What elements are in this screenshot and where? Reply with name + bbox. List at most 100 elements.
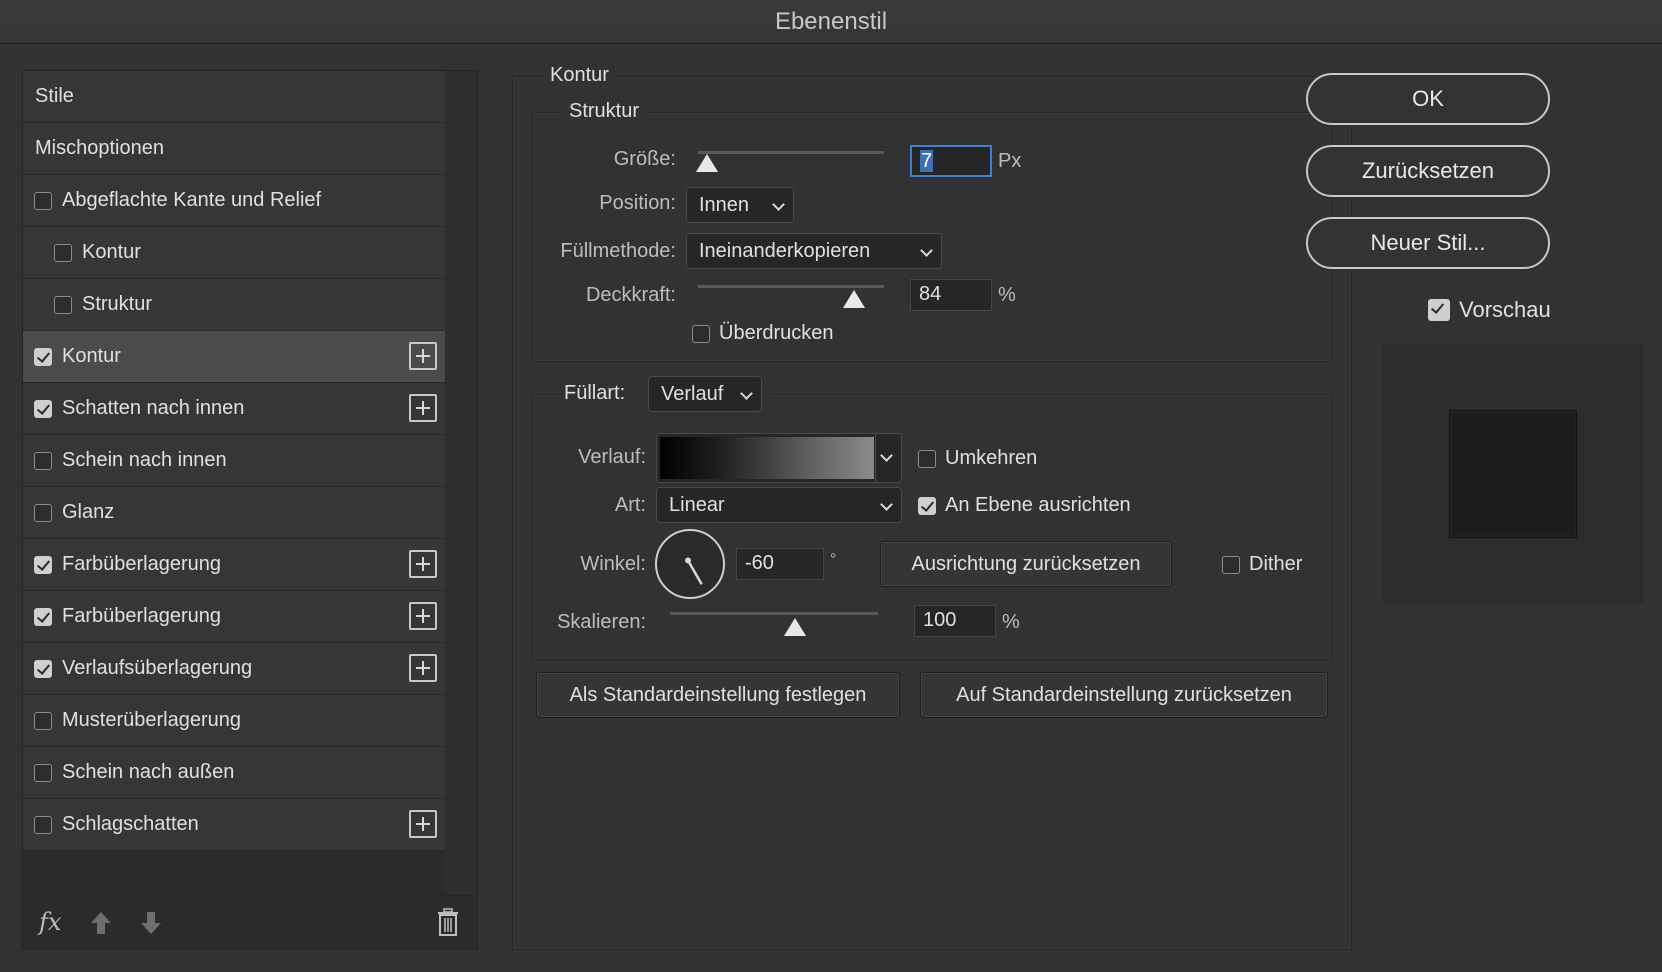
style-item-label: Struktur	[82, 293, 153, 315]
overprint-checkbox[interactable]	[692, 324, 710, 343]
style-item[interactable]: Mischoptionen	[23, 123, 445, 175]
reset-default-button[interactable]: Auf Standardeinstellung zurücksetzen	[920, 672, 1328, 718]
preview-checkbox[interactable]	[1428, 299, 1450, 321]
ok-button[interactable]: OK	[1306, 73, 1550, 125]
new-style-button[interactable]: Neuer Stil...	[1306, 217, 1550, 269]
scale-input[interactable]: 100	[914, 605, 996, 637]
opacity-label: Deckkraft:	[585, 284, 676, 306]
styles-scrollbar[interactable]	[445, 71, 477, 897]
chevron-down-icon	[740, 387, 753, 400]
align-checkbox-row[interactable]: An Ebene ausrichten	[918, 494, 1131, 517]
style-item-label: Abgeflachte Kante und Relief	[62, 189, 322, 211]
opacity-slider-track[interactable]	[698, 285, 884, 288]
align-with-layer-checkbox[interactable]	[918, 496, 936, 515]
chevron-down-icon	[880, 498, 893, 511]
size-input[interactable]: 7	[910, 145, 992, 177]
angle-dial-icon[interactable]	[654, 528, 726, 600]
style-item[interactable]: Farbüberlagerung	[23, 539, 445, 591]
chevron-down-icon[interactable]	[880, 449, 893, 462]
style-item[interactable]: Abgeflachte Kante und Relief	[23, 175, 445, 227]
plus-icon[interactable]	[409, 394, 437, 422]
reset-alignment-button[interactable]: Ausrichtung zurücksetzen	[880, 541, 1172, 587]
dither-checkbox[interactable]	[1222, 555, 1240, 574]
style-item-label: Farbüberlagerung	[62, 605, 221, 627]
dither-label: Dither	[1249, 553, 1303, 575]
plus-icon[interactable]	[409, 602, 437, 630]
fill-type-value: Verlauf	[661, 383, 724, 405]
style-item-label: Mischoptionen	[35, 137, 164, 159]
style-item-checkbox[interactable]	[34, 763, 52, 782]
size-slider-thumb[interactable]	[696, 154, 719, 172]
window-title: Ebenenstil	[0, 0, 1662, 44]
reverse-checkbox[interactable]	[918, 449, 936, 468]
style-item[interactable]: Schein nach innen	[23, 435, 445, 487]
style-item[interactable]: Schlagschatten	[23, 799, 445, 851]
position-value: Innen	[699, 194, 750, 216]
blend-mode-value: Ineinanderkopieren	[699, 240, 871, 262]
style-item[interactable]: Stile	[23, 71, 445, 123]
plus-icon[interactable]	[409, 550, 437, 578]
gradient-style-value: Linear	[669, 494, 725, 516]
angle-unit: °	[830, 551, 837, 568]
angle-label: Winkel:	[580, 553, 646, 575]
size-unit: Px	[998, 150, 1022, 172]
blend-mode-label: Füllmethode:	[560, 240, 676, 262]
gradient-preview[interactable]	[660, 437, 874, 479]
preview-checkbox-row[interactable]: Vorschau	[1428, 297, 1551, 323]
style-item-checkbox[interactable]	[54, 243, 72, 262]
position-select[interactable]: Innen	[686, 187, 794, 223]
fx-icon[interactable]: fx	[39, 908, 61, 936]
set-default-button[interactable]: Als Standardeinstellung festlegen	[536, 672, 900, 718]
scale-label: Skalieren:	[557, 611, 646, 633]
preview-label: Vorschau	[1459, 297, 1551, 322]
opacity-input[interactable]: 84	[910, 279, 992, 311]
style-item[interactable]: Glanz	[23, 487, 445, 539]
struktur-title: Struktur	[561, 100, 648, 123]
overprint-checkbox-row[interactable]: Überdrucken	[692, 322, 834, 345]
style-item-checkbox[interactable]	[34, 503, 52, 522]
blend-mode-select[interactable]: Ineinanderkopieren	[686, 233, 942, 269]
preview-area	[1383, 344, 1643, 604]
style-item[interactable]: Kontur	[23, 227, 445, 279]
reverse-checkbox-row[interactable]: Umkehren	[918, 447, 1037, 470]
angle-input[interactable]: -60	[736, 548, 824, 580]
style-item-label: Schein nach innen	[62, 449, 227, 471]
style-item[interactable]: Musterüberlagerung	[23, 695, 445, 747]
style-item[interactable]: Kontur	[23, 331, 445, 383]
gradient-picker[interactable]	[656, 433, 902, 483]
align-with-layer-label: An Ebene ausrichten	[945, 494, 1131, 516]
plus-icon[interactable]	[409, 342, 437, 370]
scale-slider-thumb[interactable]	[783, 618, 806, 636]
style-item[interactable]: Schein nach außen	[23, 747, 445, 799]
style-item-checkbox[interactable]	[34, 711, 52, 730]
scale-slider-track[interactable]	[670, 612, 878, 615]
reset-button[interactable]: Zurücksetzen	[1306, 145, 1550, 197]
gradient-style-select[interactable]: Linear	[656, 487, 902, 523]
arrow-up-icon[interactable]	[89, 910, 113, 936]
style-item-checkbox[interactable]	[34, 555, 52, 574]
size-slider-track[interactable]	[698, 151, 884, 154]
plus-icon[interactable]	[409, 810, 437, 838]
style-item-checkbox[interactable]	[34, 399, 52, 418]
fill-type-select[interactable]: Verlauf	[648, 376, 762, 412]
gradient-label: Verlauf:	[578, 446, 646, 468]
arrow-down-icon[interactable]	[139, 910, 163, 936]
dither-checkbox-row[interactable]: Dither	[1222, 553, 1302, 576]
style-item-checkbox[interactable]	[34, 659, 52, 678]
style-item-checkbox[interactable]	[34, 191, 52, 210]
style-item-checkbox[interactable]	[34, 815, 52, 834]
preview-swatch	[1449, 410, 1577, 538]
style-item[interactable]: Farbüberlagerung	[23, 591, 445, 643]
style-item-checkbox[interactable]	[54, 295, 72, 314]
trash-icon[interactable]	[437, 908, 459, 936]
style-item[interactable]: Struktur	[23, 279, 445, 331]
style-item-label: Kontur	[62, 345, 121, 367]
style-item[interactable]: Verlaufsüberlagerung	[23, 643, 445, 695]
kontur-title: Kontur	[542, 64, 617, 87]
style-item-checkbox[interactable]	[34, 451, 52, 470]
style-item-checkbox[interactable]	[34, 607, 52, 626]
style-item-checkbox[interactable]	[34, 347, 52, 366]
opacity-slider-thumb[interactable]	[843, 290, 866, 308]
plus-icon[interactable]	[409, 654, 437, 682]
style-item[interactable]: Schatten nach innen	[23, 383, 445, 435]
